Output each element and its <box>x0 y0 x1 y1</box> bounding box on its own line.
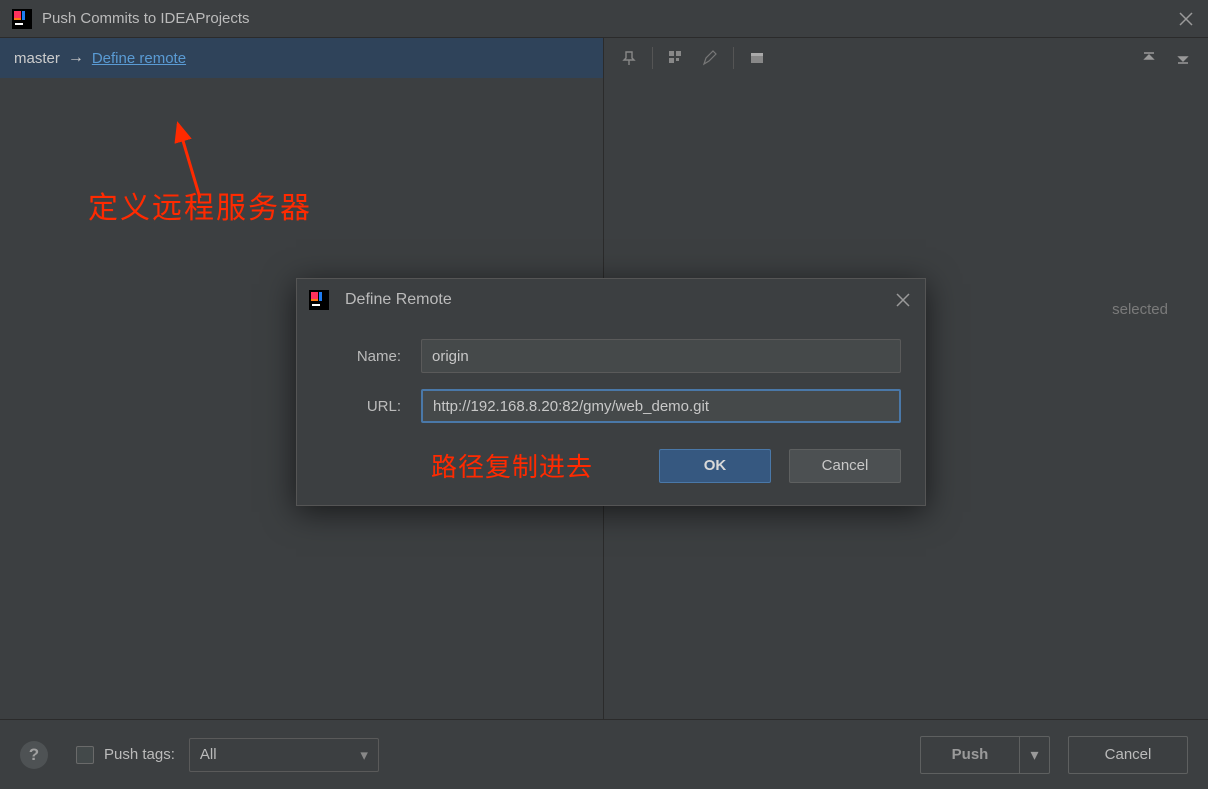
close-icon[interactable] <box>1176 9 1196 29</box>
intellij-icon <box>309 290 329 310</box>
modal-titlebar: Define Remote <box>297 279 925 321</box>
pin-icon[interactable] <box>614 43 644 73</box>
cancel-button[interactable]: Cancel <box>1068 736 1188 774</box>
push-tags-label: Push tags: <box>104 746 175 763</box>
branch-name: master <box>14 50 60 67</box>
push-button[interactable]: Push <box>920 736 1020 774</box>
separator <box>652 47 653 69</box>
modal-buttons: 路径复制进去 OK Cancel <box>297 431 925 484</box>
edit-icon[interactable] <box>695 43 725 73</box>
branch-row[interactable]: master → Define remote <box>0 38 603 78</box>
arrow-icon: → <box>68 49 84 67</box>
push-dialog: Push Commits to IDEAProjects master → De… <box>0 0 1208 789</box>
name-input[interactable] <box>421 339 901 373</box>
modal-title: Define Remote <box>345 291 893 309</box>
titlebar: Push Commits to IDEAProjects <box>0 0 1208 38</box>
collapse-icon[interactable] <box>1134 43 1164 73</box>
intellij-icon <box>12 9 32 29</box>
ok-button[interactable]: OK <box>659 449 771 483</box>
grid-icon[interactable] <box>661 43 691 73</box>
push-button-group: Push ▾ <box>920 736 1050 774</box>
expand-icon[interactable] <box>1168 43 1198 73</box>
window-title: Push Commits to IDEAProjects <box>42 10 1176 27</box>
right-toolbar <box>604 38 1208 78</box>
annotation-copy-path: 路径复制进去 <box>431 447 593 484</box>
define-remote-link[interactable]: Define remote <box>92 50 186 67</box>
chevron-down-icon: ▾ <box>360 746 368 764</box>
modal-body: Name: URL: <box>297 321 925 431</box>
push-dropdown-icon[interactable]: ▾ <box>1020 736 1050 774</box>
preview-icon[interactable] <box>742 43 772 73</box>
define-remote-dialog: Define Remote Name: URL: 路径复制进去 OK Cance… <box>296 278 926 506</box>
tags-combo[interactable]: All ▾ <box>189 738 379 772</box>
bottom-bar: ? Push tags: All ▾ Push ▾ Cancel <box>0 719 1208 789</box>
url-input[interactable] <box>421 389 901 423</box>
modal-cancel-button[interactable]: Cancel <box>789 449 901 483</box>
tags-combo-value: All <box>200 746 217 763</box>
help-icon[interactable]: ? <box>20 741 48 769</box>
url-label: URL: <box>321 398 401 415</box>
separator <box>733 47 734 69</box>
modal-close-icon[interactable] <box>893 290 913 310</box>
name-label: Name: <box>321 348 401 365</box>
annotation-define-server: 定义远程服务器 <box>88 183 312 227</box>
selected-label: selected <box>1112 301 1168 318</box>
push-tags-checkbox[interactable] <box>76 746 94 764</box>
